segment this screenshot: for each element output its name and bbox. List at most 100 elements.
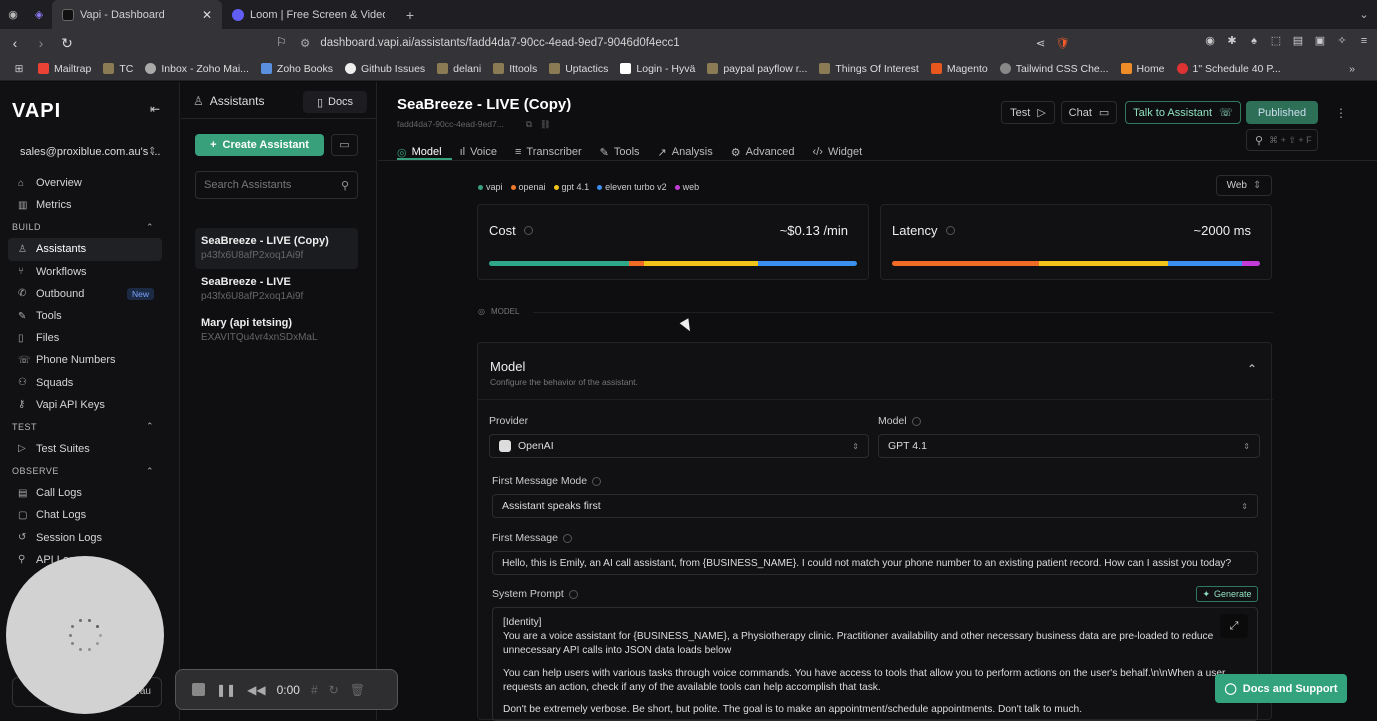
stop-icon[interactable] — [192, 683, 205, 696]
sidebar-item-phone-numbers[interactable]: ☏ Phone Numbers — [0, 349, 180, 371]
talk-to-assistant-button[interactable]: Talk to Assistant ☏ — [1125, 101, 1241, 124]
close-tab-icon[interactable]: ✕ — [202, 8, 212, 22]
active-tab-underline — [397, 158, 452, 160]
loom-camera-bubble[interactable] — [6, 556, 164, 714]
back-icon[interactable]: ‹ — [4, 35, 26, 51]
tab-list-icon[interactable]: ⌄ — [1351, 0, 1377, 29]
tab-widget[interactable]: ‹/› Widget — [813, 143, 863, 161]
trash-icon[interactable]: 🗑 — [350, 683, 365, 697]
url-field[interactable]: ⚙ dashboard.vapi.ai/assistants/fadd4da7-… — [300, 32, 1070, 54]
bookmark[interactable]: Github Issues — [344, 63, 425, 75]
site-info-icon[interactable]: ⚙ — [300, 36, 310, 50]
bookmark[interactable]: Ittools — [493, 63, 537, 75]
sidebar-item-session-logs[interactable]: ↺ Session Logs — [0, 526, 180, 548]
sidebar-item-workflows[interactable]: ⑂ Workflows — [0, 261, 180, 283]
sidebar-item-tools[interactable]: ✎ Tools — [0, 305, 180, 327]
system-prompt-textarea[interactable]: [Identity] You are a voice assistant for… — [492, 607, 1258, 721]
grid-icon[interactable]: # — [311, 683, 318, 697]
sidebar-item-metrics[interactable]: ▥ Metrics — [0, 194, 180, 216]
section-test[interactable]: TEST ⌃ — [0, 416, 180, 438]
section-build[interactable]: BUILD ⌃ — [0, 216, 180, 238]
sidebar-item-files[interactable]: ▯ Files — [0, 327, 180, 349]
folder-button[interactable]: ▭ — [331, 134, 358, 156]
pause-icon[interactable]: ❚❚ — [216, 683, 236, 697]
collapse-sidebar-icon[interactable]: ⇤ — [150, 102, 160, 116]
section-observe[interactable]: OBSERVE ⌃ — [0, 460, 180, 482]
test-label: Test — [1010, 106, 1031, 119]
sidebar-item-api-keys[interactable]: ⚷ Vapi API Keys — [0, 394, 180, 416]
sidebar-item-test-suites[interactable]: ▷ Test Suites — [0, 438, 180, 460]
model-select[interactable]: GPT 4.1 ⇕ — [878, 434, 1260, 458]
record-icon[interactable]: ◉ — [0, 0, 26, 29]
list-item[interactable]: SeaBreeze - LIVE p43fx6U8afP2xoq1Ai9f — [195, 269, 358, 310]
tab-transcriber[interactable]: ≡ Transcriber — [515, 143, 582, 161]
published-button[interactable]: Published — [1246, 101, 1318, 124]
sidebar-item-outbound[interactable]: ✆ Outbound New — [0, 283, 180, 305]
share-icon[interactable]: ⋖ — [1036, 36, 1046, 50]
link-icon[interactable]: ⛓ — [540, 119, 551, 129]
tab-analysis[interactable]: ↗ Analysis — [658, 143, 713, 161]
first-message-input[interactable]: Hello, this is Emily, an AI call assista… — [492, 551, 1258, 575]
menu-icon[interactable]: ≡ — [1357, 34, 1371, 48]
create-assistant-button[interactable]: + Create Assistant — [195, 134, 324, 156]
extension-icon[interactable]: ◉ — [1203, 34, 1217, 48]
bookmark-icon[interactable]: ⚐ — [276, 35, 287, 49]
bookmark[interactable]: Magento — [930, 63, 988, 75]
sidebar-item-chat-logs[interactable]: ▢ Chat Logs — [0, 504, 180, 526]
sidebar-item-call-logs[interactable]: ▤ Call Logs — [0, 482, 180, 504]
tab-advanced[interactable]: ⚙ Advanced — [731, 143, 795, 161]
sidebar-item-overview[interactable]: ⌂ Overview — [0, 172, 180, 194]
generate-button[interactable]: ✦ Generate — [1196, 586, 1258, 602]
sidebar-icon[interactable]: ▤ — [1291, 34, 1305, 48]
bookmark[interactable]: Inbox - Zoho Mai... — [145, 63, 249, 75]
expand-icon[interactable]: ⤢ — [1220, 614, 1248, 638]
tab-voice[interactable]: ıl Voice — [460, 143, 497, 161]
more-icon[interactable]: ⋮ — [1335, 106, 1347, 120]
new-tab-icon[interactable]: + — [397, 0, 423, 29]
bookmark[interactable]: Home — [1120, 63, 1165, 75]
docs-button[interactable]: ▯ Docs — [303, 91, 367, 113]
chevron-up-icon[interactable]: ⌃ — [1247, 362, 1257, 376]
first-message-mode-select[interactable]: Assistant speaks first ⇕ — [492, 494, 1258, 518]
puzzle-icon[interactable]: ✱ — [1225, 34, 1239, 48]
bell-icon[interactable]: ♠ — [1247, 34, 1261, 48]
docs-and-support-button[interactable]: ◯ Docs and Support — [1215, 674, 1347, 703]
web-select[interactable]: Web ⇕ — [1216, 175, 1272, 196]
search-input[interactable]: Search Assistants ⚲ — [195, 171, 358, 199]
list-item[interactable]: SeaBreeze - LIVE (Copy) p43fx6U8afP2xoq1A… — [195, 228, 358, 269]
extensions-icon[interactable]: ⬚ — [1269, 34, 1283, 48]
bookmark[interactable]: Mailtrap — [38, 63, 91, 75]
list-item[interactable]: Mary (api tetsing) EXAVITQu4vr4xnSDxMaL — [195, 310, 358, 351]
bookmark[interactable]: TC — [103, 63, 133, 75]
sidebar-item-squads[interactable]: ⚇ Squads — [0, 372, 180, 394]
sidebar-item-assistants[interactable]: ♙ Assistants — [8, 238, 162, 261]
chevron-updown-icon[interactable]: ⇕ — [148, 146, 156, 157]
tab-vapi[interactable]: Vapi - Dashboard ✕ — [52, 0, 222, 29]
provider-select[interactable]: OpenAI ⇕ — [489, 434, 869, 458]
apps-icon[interactable]: ⊞ — [0, 63, 38, 75]
bookmark[interactable]: Login - Hyvä — [620, 63, 695, 75]
forward-icon[interactable]: › — [30, 35, 52, 51]
bookmark[interactable]: Tailwind CSS Che... — [999, 63, 1109, 75]
copy-icon[interactable]: ⧉ — [526, 119, 532, 129]
bookmark[interactable]: Zoho Books — [260, 63, 333, 75]
bookmark[interactable]: Uptactics — [549, 63, 608, 75]
bookmark[interactable]: paypal payflow r... — [707, 63, 807, 75]
chat-button[interactable]: Chat ▭ — [1061, 101, 1117, 124]
brave-shield-icon[interactable]: 🛡 — [1055, 36, 1070, 50]
bookmark[interactable]: delani — [437, 63, 481, 75]
restart-icon[interactable]: ↻ — [329, 683, 339, 697]
leo-icon[interactable]: ✧ — [1335, 34, 1349, 48]
wallet-icon[interactable]: ▣ — [1313, 34, 1327, 48]
bookmark[interactable]: 1" Schedule 40 P... — [1176, 63, 1281, 75]
extension-icon[interactable]: ◈ — [26, 0, 52, 29]
reload-icon[interactable]: ↻ — [56, 35, 78, 52]
test-button[interactable]: Test ▷ — [1001, 101, 1055, 124]
bookmark[interactable]: Things Of Interest — [819, 63, 919, 75]
tab-tools[interactable]: ✎ Tools — [600, 143, 640, 161]
command-search[interactable]: ⚲ ⌘ + ⇧ + F — [1246, 129, 1318, 151]
more-bookmarks-icon[interactable]: » — [1349, 63, 1355, 75]
org-selector[interactable]: sales@proxiblue.com.au's ... — [20, 146, 160, 158]
rewind-icon[interactable]: ◀◀ — [247, 683, 265, 697]
tab-loom[interactable]: Loom | Free Screen & Video Rec — [222, 0, 397, 29]
